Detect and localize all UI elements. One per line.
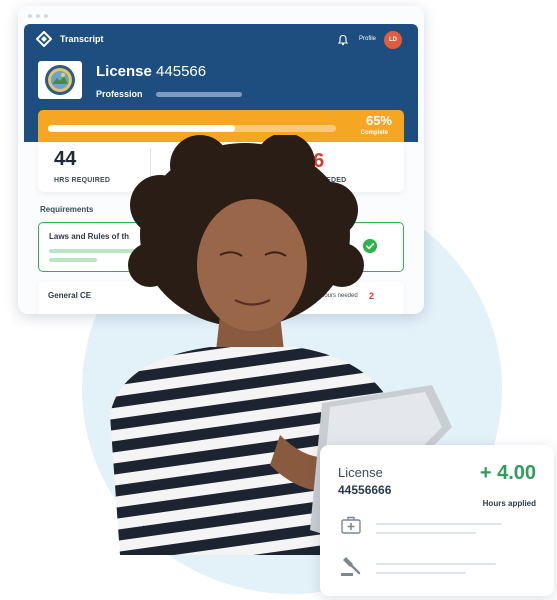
hours-applied-value: + 4.00 <box>479 462 536 484</box>
app-name: Transcript <box>60 34 104 44</box>
progress-percent: 65% <box>365 113 392 128</box>
header: Transcript Profile LD License 445566 Pro… <box>24 24 418 142</box>
applied-license-number: 44556666 <box>338 483 392 497</box>
placeholder-line <box>376 563 496 565</box>
progress-fill <box>48 125 236 132</box>
license-title-word: License <box>96 63 152 80</box>
hours-applied-card: License 44556666 + 4.00 Hours applied <box>320 445 554 596</box>
applied-license-label: License <box>338 465 383 480</box>
profession-placeholder-bar <box>156 92 242 97</box>
placeholder-line <box>376 523 502 525</box>
diamond-logo-icon <box>36 31 52 47</box>
avatar[interactable]: LD <box>384 31 402 49</box>
hours-applied-label: Hours applied <box>482 499 536 508</box>
bell-icon[interactable] <box>337 34 349 46</box>
license-title: License 445566 <box>96 63 206 80</box>
profession-label: Profession <box>96 89 143 99</box>
placeholder-line <box>376 532 476 534</box>
progress-track <box>48 125 336 132</box>
license-number: 445566 <box>156 63 207 80</box>
state-seal-logo <box>38 61 82 99</box>
seal-icon <box>45 65 75 95</box>
profile-link[interactable]: Profile <box>359 36 376 42</box>
medical-kit-icon <box>341 516 361 534</box>
window-dots <box>28 14 48 18</box>
hrs-required-value: 44 <box>54 148 77 170</box>
placeholder-line <box>376 572 466 574</box>
gavel-icon <box>341 557 361 576</box>
